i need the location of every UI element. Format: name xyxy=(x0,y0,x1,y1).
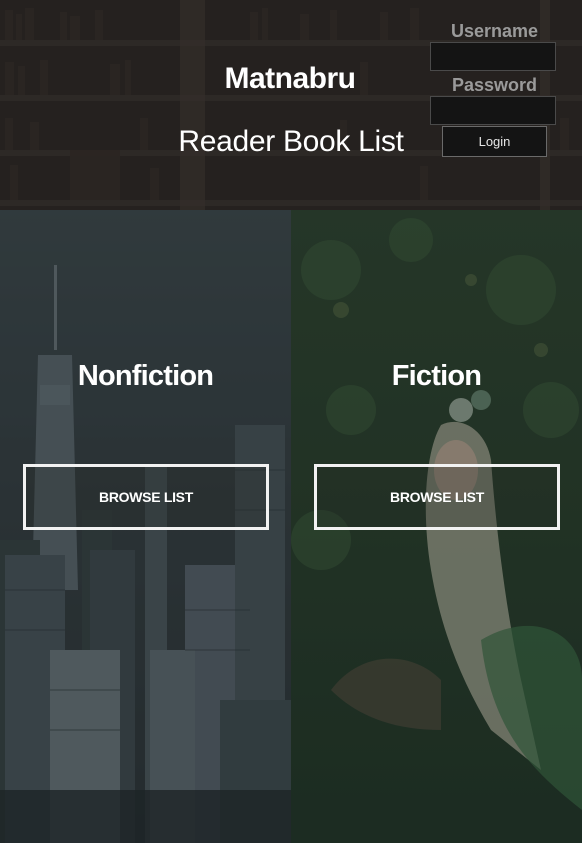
username-input[interactable] xyxy=(430,42,556,71)
nonfiction-title: Nonfiction xyxy=(77,360,214,392)
fiction-title: Fiction xyxy=(391,360,482,392)
login-button[interactable]: Login xyxy=(442,126,547,157)
fiction-panel: Fiction BROWSE LIST xyxy=(291,210,582,843)
site-header: Matnabru Reader Book List Username Passw… xyxy=(0,0,582,210)
nonfiction-browse-button[interactable]: BROWSE LIST xyxy=(23,464,269,530)
site-title: Matnabru xyxy=(224,62,357,95)
page-title: Reader Book List xyxy=(178,125,404,158)
password-input[interactable] xyxy=(430,96,556,125)
fiction-browse-button[interactable]: BROWSE LIST xyxy=(314,464,560,530)
password-label: Password xyxy=(451,75,538,95)
nonfiction-panel: Nonfiction BROWSE LIST xyxy=(0,210,291,843)
username-label: Username xyxy=(450,21,539,41)
